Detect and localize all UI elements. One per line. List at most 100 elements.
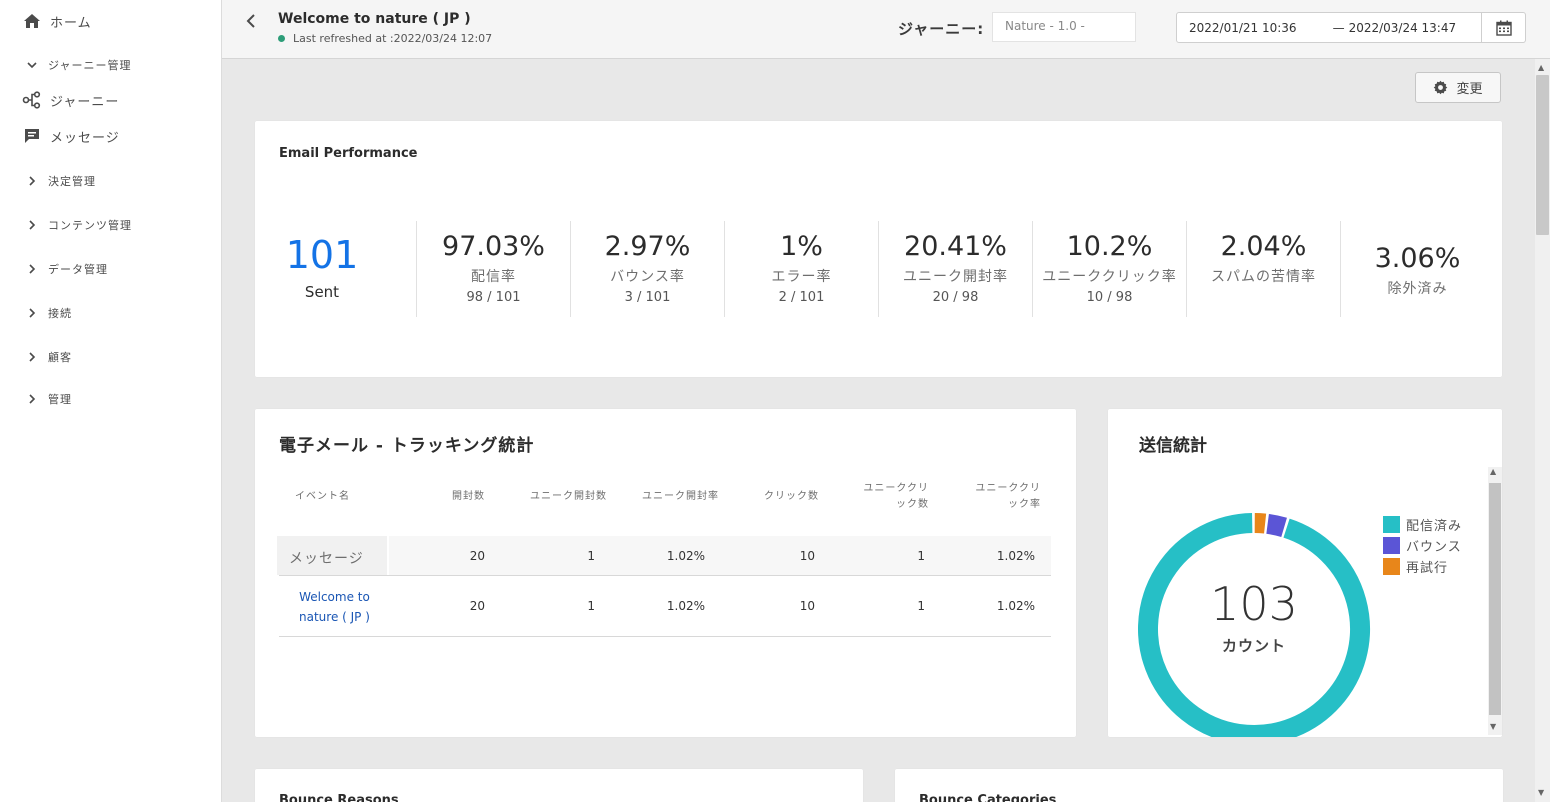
calendar-button[interactable] bbox=[1481, 12, 1525, 43]
row-event-name: メッセージ bbox=[289, 551, 364, 567]
col-header-opens[interactable]: 開封数 bbox=[425, 489, 485, 505]
col-header-unique-click-rate[interactable]: ユニーククリ ック率 bbox=[945, 481, 1041, 513]
sidebar-item-journey-management[interactable]: ジャーニー管理 bbox=[24, 55, 131, 75]
sidebar-item-journeys[interactable]: ジャーニー bbox=[22, 90, 119, 110]
date-to[interactable]: 2022/03/24 13:47 bbox=[1349, 21, 1457, 35]
sidebar-item-messages[interactable]: メッセージ bbox=[22, 126, 120, 146]
kpi-label: 配信率 bbox=[471, 269, 516, 285]
sidebar-item-label: メッセージ bbox=[50, 130, 120, 146]
change-button-label: 変更 bbox=[1456, 82, 1483, 97]
cell-unique-open-rate: 1.02% bbox=[666, 549, 705, 563]
sidebar-item-content-management[interactable]: コンテンツ管理 bbox=[24, 215, 132, 235]
status-dot bbox=[278, 35, 285, 42]
date-separator: — bbox=[1332, 20, 1345, 35]
report-header: Welcome to nature ( JP ) Last refreshed … bbox=[222, 0, 1550, 59]
sidebar-item-home[interactable]: ホーム bbox=[22, 11, 92, 31]
sidebar-item-label: データ管理 bbox=[48, 263, 108, 276]
kpi-fraction: 2 / 101 bbox=[778, 290, 825, 305]
kpi-fraction: 10 / 98 bbox=[1086, 290, 1133, 305]
kpi-spam-complaint-rate: 2.04% スパムの苦情率 bbox=[1186, 221, 1340, 317]
chevron-left-icon bbox=[246, 14, 255, 28]
cell-unique-open-rate: 1.02% bbox=[666, 599, 705, 613]
sidebar: ホーム ジャーニー管理 ジャーニー メッセージ 決定管理 コンテンツ管理 データ… bbox=[0, 0, 222, 802]
sidebar-item-connections[interactable]: 接続 bbox=[24, 303, 72, 323]
legend-item[interactable]: 再試行 bbox=[1383, 556, 1462, 577]
col-header-line: ック率 bbox=[1008, 499, 1041, 510]
legend-scrollbar[interactable]: ▲ ▼ bbox=[1488, 467, 1502, 735]
card-title: Bounce Categories bbox=[919, 793, 1057, 802]
sidebar-item-administration[interactable]: 管理 bbox=[24, 389, 72, 409]
sidebar-item-customers[interactable]: 顧客 bbox=[24, 347, 72, 367]
kpi-fraction: 20 / 98 bbox=[932, 290, 979, 305]
legend-item[interactable]: 配信済み bbox=[1383, 514, 1462, 535]
sidebar-item-data-management[interactable]: データ管理 bbox=[24, 259, 108, 279]
sidebar-item-label: 管理 bbox=[48, 393, 72, 406]
cell-clicks: 10 bbox=[799, 599, 815, 613]
legend-swatch bbox=[1383, 537, 1400, 554]
last-refreshed: Last refreshed at :2022/03/24 12:07 bbox=[278, 32, 492, 45]
cell-unique-click-rate: 1.02% bbox=[996, 549, 1035, 563]
card-title: Email Performance bbox=[279, 146, 418, 161]
journey-select[interactable]: Nature - 1.0 - bbox=[992, 12, 1136, 42]
col-header-line: ユニーククリ bbox=[975, 483, 1041, 494]
kpi-sent: 101 Sent bbox=[255, 233, 389, 329]
cell-unique-clicks: 1 bbox=[917, 549, 925, 563]
chevron-right-icon bbox=[24, 259, 40, 279]
legend-swatch bbox=[1383, 516, 1400, 533]
legend-label: 配信済み bbox=[1406, 519, 1463, 534]
last-refreshed-text: Last refreshed at :2022/03/24 12:07 bbox=[293, 32, 493, 45]
scroll-down-arrow[interactable]: ▼ bbox=[1538, 788, 1544, 797]
main-scrollbar-thumb[interactable] bbox=[1536, 75, 1549, 235]
row-event-link-line: Welcome to bbox=[299, 590, 370, 604]
kpi-value: 3.06% bbox=[1374, 243, 1461, 274]
cell-unique-click-rate: 1.02% bbox=[996, 599, 1035, 613]
back-button[interactable] bbox=[242, 12, 260, 30]
kpi-unique-click-rate: 10.2% ユニーククリック率 10 / 98 bbox=[1032, 221, 1186, 317]
kpi-label: バウンス率 bbox=[610, 269, 685, 285]
change-button[interactable]: 変更 bbox=[1415, 72, 1501, 103]
sidebar-item-decision-management[interactable]: 決定管理 bbox=[24, 171, 96, 191]
email-performance-card: Email Performance 101 Sent 97.03% 配信率 98… bbox=[255, 121, 1502, 377]
scroll-down-arrow[interactable]: ▼ bbox=[1490, 722, 1496, 731]
kpi-label: ユニーク開封率 bbox=[903, 269, 1008, 285]
message-icon bbox=[22, 126, 42, 146]
col-header-unique-opens[interactable]: ユニーク開封数 bbox=[505, 489, 607, 505]
donut-slice-再試行[interactable] bbox=[1254, 513, 1267, 534]
card-title: 電子メール - トラッキング統計 bbox=[279, 436, 535, 456]
date-from[interactable]: 2022/01/21 10:36 bbox=[1189, 21, 1297, 35]
row-event-link[interactable]: Welcome to nature ( JP ) bbox=[299, 587, 370, 627]
card-title: 送信統計 bbox=[1139, 436, 1207, 456]
legend-scrollbar-thumb[interactable] bbox=[1489, 483, 1501, 715]
date-range-picker[interactable]: 2022/01/21 10:36 — 2022/03/24 13:47 bbox=[1176, 12, 1526, 43]
scroll-up-arrow[interactable]: ▲ bbox=[1490, 467, 1496, 476]
kpi-bounce-rate: 2.97% バウンス率 3 / 101 bbox=[570, 221, 724, 317]
col-header-event-name[interactable]: イベント名 bbox=[295, 489, 350, 505]
legend-label: 再試行 bbox=[1406, 561, 1449, 576]
kpi-value: 2.97% bbox=[604, 231, 691, 262]
col-header-unique-clicks[interactable]: ユニーククリ ック数 bbox=[835, 481, 929, 513]
legend-item[interactable]: バウンス bbox=[1383, 535, 1462, 556]
col-header-line: ユニーククリ bbox=[863, 483, 929, 494]
cell-opens: 20 bbox=[469, 549, 485, 563]
sidebar-item-label: 顧客 bbox=[48, 351, 72, 364]
col-header-unique-open-rate[interactable]: ユニーク開封率 bbox=[617, 489, 719, 505]
main-scrollbar[interactable]: ▲ ▼ bbox=[1535, 59, 1550, 802]
kpi-value: 1% bbox=[780, 231, 823, 262]
home-icon bbox=[22, 11, 42, 31]
table-row: メッセージ 20 1 1.02% 10 1 1.02% bbox=[277, 536, 1051, 576]
cell-clicks: 10 bbox=[799, 549, 815, 563]
kpi-error-rate: 1% エラー率 2 / 101 bbox=[724, 221, 878, 317]
chevron-down-icon bbox=[24, 55, 40, 75]
donut-slice-バウンス[interactable] bbox=[1266, 513, 1287, 538]
kpi-label: 除外済み bbox=[1387, 281, 1448, 297]
scroll-up-arrow[interactable]: ▲ bbox=[1538, 63, 1544, 72]
kpi-label: スパムの苦情率 bbox=[1211, 269, 1316, 285]
tracking-stats-card: 電子メール - トラッキング統計 イベント名 開封数 ユニーク開封数 ユニーク開… bbox=[255, 409, 1076, 737]
donut-total-label: カウント bbox=[1221, 637, 1286, 655]
sidebar-item-label: 接続 bbox=[48, 307, 72, 320]
chevron-right-icon bbox=[24, 171, 40, 191]
kpi-excluded: 3.06% 除外済み bbox=[1340, 221, 1494, 317]
col-header-clicks[interactable]: クリック数 bbox=[735, 489, 819, 505]
kpi-value: 97.03% bbox=[442, 231, 545, 262]
donut-total: 103 bbox=[1210, 577, 1298, 631]
